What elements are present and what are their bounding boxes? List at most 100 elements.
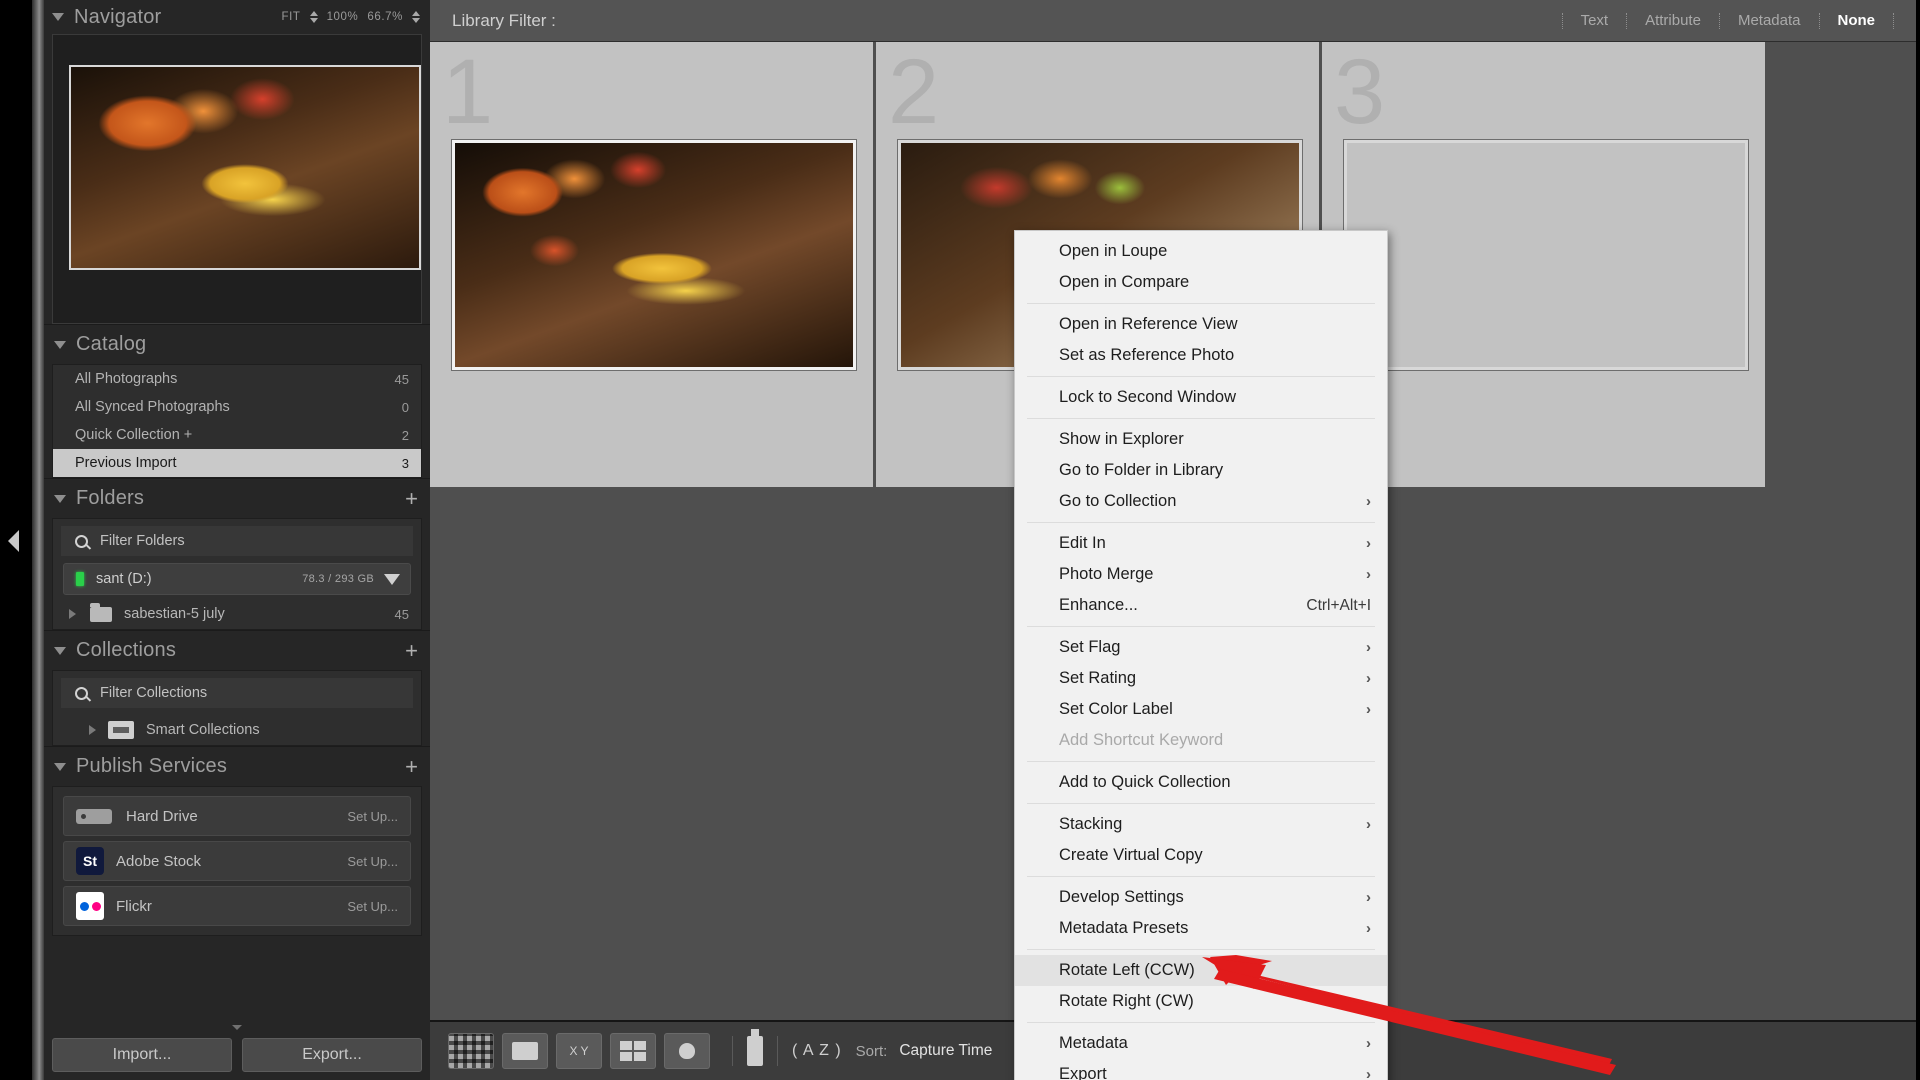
divider [1818, 12, 1820, 29]
people-view-icon[interactable] [664, 1033, 710, 1069]
menu-item-open-in-loupe[interactable]: Open in Loupe [1015, 236, 1387, 267]
menu-item-go-to-folder-in-library[interactable]: Go to Folder in Library [1015, 455, 1387, 486]
spray-can-icon[interactable] [747, 1029, 763, 1066]
add-collection-icon[interactable]: + [405, 639, 420, 661]
thumbnail-image[interactable] [451, 139, 857, 371]
navigator-zoom-controls[interactable]: FIT 100% 66.7% [282, 11, 420, 23]
publish-services-header[interactable]: Publish Services + [44, 746, 430, 786]
menu-item-set-as-reference-photo[interactable]: Set as Reference Photo [1015, 340, 1387, 371]
thumbnail-image[interactable] [1343, 139, 1749, 371]
menu-item-open-in-compare[interactable]: Open in Compare [1015, 267, 1387, 298]
grid-cell-3[interactable]: 3 [1322, 42, 1768, 487]
catalog-header[interactable]: Catalog [44, 324, 430, 364]
panel-resize-grip[interactable] [232, 1025, 242, 1030]
chevron-right-icon[interactable] [69, 609, 76, 619]
menu-item-open-in-reference-view[interactable]: Open in Reference View [1015, 309, 1387, 340]
grid-cell-index: 2 [888, 41, 940, 143]
grid-cell-1[interactable]: 1 [430, 42, 876, 487]
zoom-custom-label[interactable]: 66.7% [367, 11, 403, 23]
menu-item-stacking[interactable]: Stacking › [1015, 809, 1387, 840]
loupe-view-icon[interactable] [502, 1033, 548, 1069]
folder-item-sabestian-5-july[interactable]: sabestian-5 july 45 [53, 599, 421, 629]
menu-item-lock-to-second-window[interactable]: Lock to Second Window [1015, 382, 1387, 413]
menu-item-metadata-presets[interactable]: Metadata Presets › [1015, 913, 1387, 944]
catalog-item-count: 2 [401, 427, 409, 443]
filter-mode-attribute[interactable]: Attribute [1629, 12, 1717, 29]
chevron-down-icon[interactable] [54, 762, 66, 771]
filter-folders-placeholder: Filter Folders [100, 533, 185, 549]
menu-item-photo-merge[interactable]: Photo Merge › [1015, 559, 1387, 590]
folder-drive-sant[interactable]: sant (D:) 78.3 / 293 GB [63, 563, 411, 595]
chevron-right-icon: › [1366, 670, 1371, 687]
menu-item-edit-in[interactable]: Edit In › [1015, 528, 1387, 559]
survey-view-icon[interactable] [610, 1033, 656, 1069]
add-folder-icon[interactable]: + [405, 487, 420, 509]
add-publish-service-icon[interactable]: + [405, 755, 420, 777]
sort-value[interactable]: Capture Time [899, 1042, 992, 1060]
publish-service-flickr[interactable]: Flickr Set Up... [63, 886, 411, 926]
menu-item-create-virtual-copy[interactable]: Create Virtual Copy [1015, 840, 1387, 871]
catalog-item-all-synced-photographs[interactable]: All Synced Photographs 0 [53, 393, 421, 421]
menu-item-rotate-right-cw[interactable]: Rotate Right (CW) [1015, 986, 1387, 1017]
zoom-custom-stepper-icon[interactable] [412, 11, 420, 23]
filter-mode-metadata[interactable]: Metadata [1722, 12, 1817, 29]
menu-separator [1027, 376, 1375, 377]
filter-folders-input[interactable]: Filter Folders [61, 526, 413, 556]
filter-mode-text[interactable]: Text [1565, 12, 1625, 29]
filter-collections-placeholder: Filter Collections [100, 685, 208, 701]
zoom-fit-stepper-icon[interactable] [309, 11, 318, 23]
chevron-down-icon[interactable] [54, 494, 66, 503]
menu-item-label: Go to Collection [1059, 492, 1177, 510]
menu-item-label: Add Shortcut Keyword [1059, 731, 1224, 749]
chevron-down-icon[interactable] [54, 340, 66, 349]
collapse-left-panel-arrow[interactable] [8, 530, 19, 552]
compare-view-icon[interactable]: X Y [556, 1033, 602, 1069]
chevron-right-icon: › [1366, 1066, 1371, 1080]
menu-item-label: Rotate Left (CCW) [1059, 961, 1195, 979]
grid-view-icon[interactable] [448, 1033, 494, 1069]
navigator-header[interactable]: Navigator FIT 100% 66.7% [44, 0, 430, 34]
menu-item-rotate-left-ccw[interactable]: Rotate Left (CCW) [1015, 955, 1387, 986]
publish-service-adobe-stock[interactable]: St Adobe Stock Set Up... [63, 841, 411, 881]
menu-item-label: Lock to Second Window [1059, 388, 1237, 406]
publish-service-setup-link[interactable]: Set Up... [347, 899, 398, 914]
menu-item-set-rating[interactable]: Set Rating › [1015, 663, 1387, 694]
photo-context-menu[interactable]: Open in Loupe Open in Compare Open in Re… [1014, 230, 1388, 1080]
menu-item-set-color-label[interactable]: Set Color Label › [1015, 694, 1387, 725]
import-button[interactable]: Import... [52, 1038, 232, 1072]
left-panel-divider[interactable] [32, 0, 44, 1080]
sort-direction-icon[interactable]: ( A Z ) [792, 1042, 842, 1060]
menu-item-export[interactable]: Export › [1015, 1059, 1387, 1080]
menu-item-enhance[interactable]: Enhance... Ctrl+Alt+I [1015, 590, 1387, 621]
filter-mode-none[interactable]: None [1822, 12, 1892, 29]
divider [732, 1036, 733, 1066]
publish-service-label: Flickr [116, 897, 152, 915]
navigator-preview[interactable] [52, 34, 422, 324]
publish-service-hard-drive[interactable]: Hard Drive Set Up... [63, 796, 411, 836]
chevron-right-icon[interactable] [89, 725, 96, 735]
chevron-down-icon[interactable] [384, 573, 400, 585]
export-button[interactable]: Export... [242, 1038, 422, 1072]
publish-service-setup-link[interactable]: Set Up... [347, 854, 398, 869]
chevron-down-icon[interactable] [54, 646, 66, 655]
catalog-item-previous-import[interactable]: Previous Import 3 [53, 449, 421, 477]
menu-item-develop-settings[interactable]: Develop Settings › [1015, 882, 1387, 913]
menu-item-metadata[interactable]: Metadata › [1015, 1028, 1387, 1059]
menu-item-go-to-collection[interactable]: Go to Collection › [1015, 486, 1387, 517]
collections-title: Collections [76, 639, 177, 661]
zoom-fit-label[interactable]: FIT [282, 11, 301, 23]
folders-header[interactable]: Folders + [44, 478, 430, 518]
menu-item-show-in-explorer[interactable]: Show in Explorer [1015, 424, 1387, 455]
filter-collections-input[interactable]: Filter Collections [61, 678, 413, 708]
collection-item-smart-collections[interactable]: Smart Collections [53, 715, 421, 745]
catalog-item-count: 3 [401, 455, 409, 471]
catalog-item-quick-collection[interactable]: Quick Collection + 2 [53, 421, 421, 449]
divider [1626, 12, 1628, 29]
zoom-100-label[interactable]: 100% [327, 11, 359, 23]
chevron-down-icon[interactable] [52, 13, 64, 21]
menu-item-set-flag[interactable]: Set Flag › [1015, 632, 1387, 663]
publish-service-setup-link[interactable]: Set Up... [347, 809, 398, 824]
menu-item-add-to-quick-collection[interactable]: Add to Quick Collection [1015, 767, 1387, 798]
collections-header[interactable]: Collections + [44, 630, 430, 670]
catalog-item-all-photographs[interactable]: All Photographs 45 [53, 365, 421, 393]
